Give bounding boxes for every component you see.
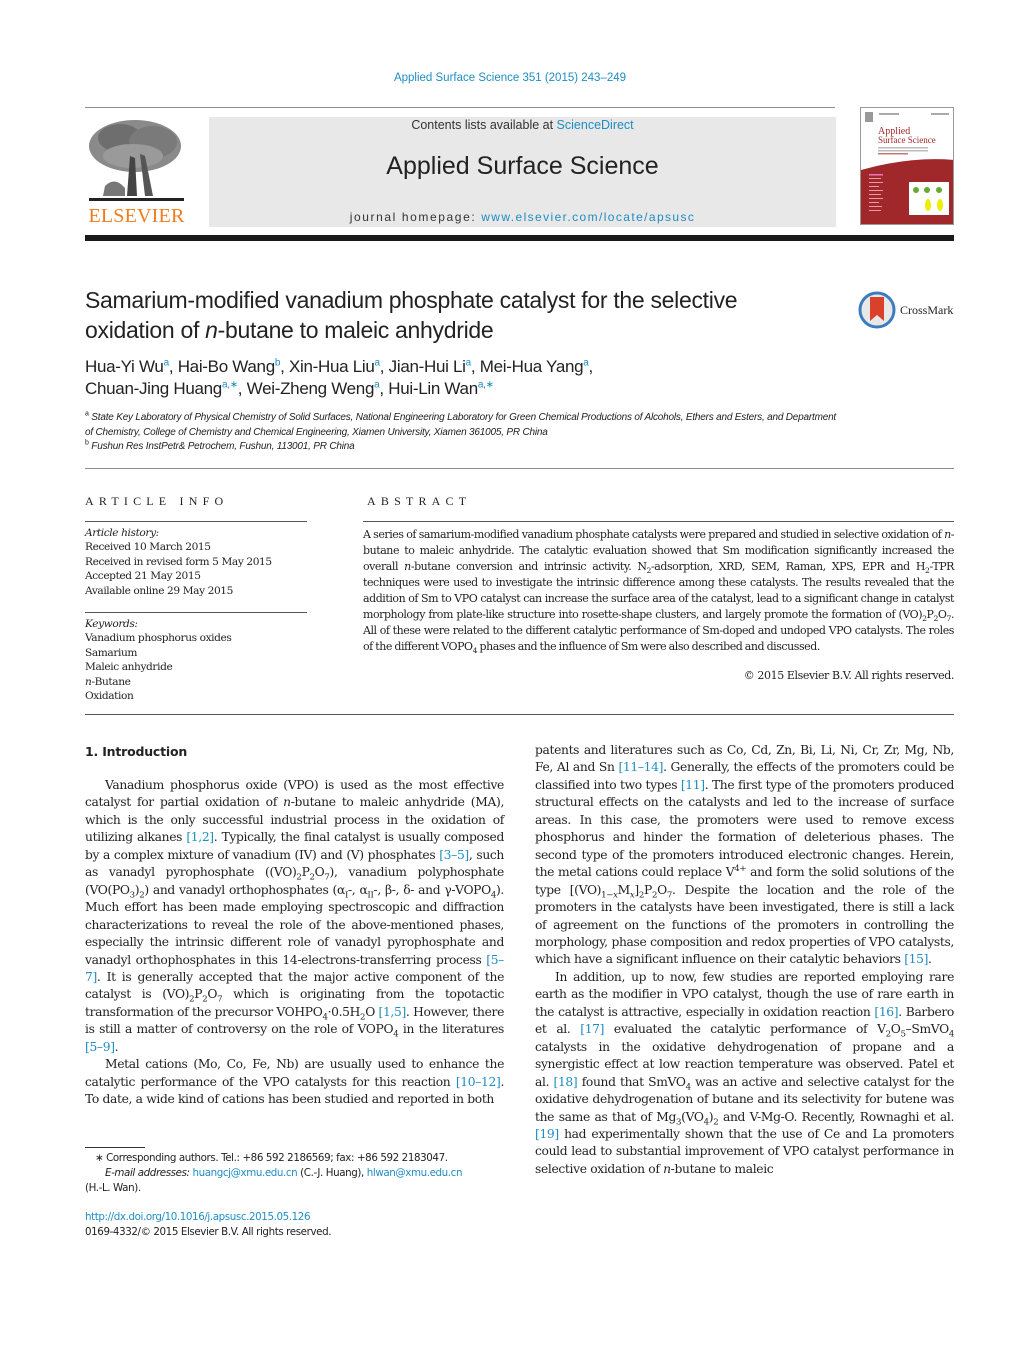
citation-link[interactable]: [19] (535, 1127, 559, 1141)
crossmark-label: CrossMark (900, 302, 954, 317)
citation-link[interactable]: [10–12] (456, 1075, 501, 1089)
author[interactable]: Jian-Hui Lia (389, 357, 472, 376)
citation-link[interactable]: [18] (554, 1075, 578, 1089)
citation-link[interactable]: [1,5] (379, 1005, 407, 1019)
header-thick-rule (85, 235, 954, 241)
affiliation-b: b Fushun Res InstPetr& Petrochem, Fushun… (85, 439, 355, 453)
citation-link[interactable]: [11–14] (618, 760, 663, 774)
email-link-huang[interactable]: huangcj@xmu.edu.cn (192, 1167, 297, 1179)
paragraph: In addition, up to now, few studies are … (535, 969, 954, 1176)
citation-link[interactable]: [15] (904, 952, 928, 966)
article-title: Samarium-modified vanadium phosphate cat… (85, 285, 825, 345)
elsevier-wordmark: ELSEVIER (88, 205, 185, 227)
journal-cover-thumbnail[interactable]: Applied Surface Science (860, 107, 954, 225)
title-text-2: -butane to maleic anhydride (217, 317, 494, 343)
divider (85, 714, 954, 715)
author[interactable]: Hua-Yi Wua (85, 357, 169, 376)
cover-title-line2: Surface Science (878, 135, 936, 145)
paragraph: patents and literatures such as Co, Cd, … (535, 743, 955, 967)
contents-prefix: Contents lists available at (411, 118, 557, 132)
author-list: Hua-Yi Wua, Hai-Bo Wangb, Xin-Hua Liua, … (85, 357, 593, 398)
keywords-label: Keywords: (85, 618, 138, 630)
author[interactable]: Mei-Hua Yanga (480, 357, 589, 376)
body-column-right: patents and literatures such as Co, Cd, … (535, 742, 954, 1178)
author[interactable]: Hai-Bo Wangb (178, 357, 281, 376)
doi-block: http://dx.doi.org/10.1016/j.apsusc.2015.… (85, 1210, 504, 1240)
author[interactable]: Chuan-Jing Huanga,∗ (85, 379, 238, 398)
affiliation-a: a State Key Laboratory of Physical Chemi… (85, 410, 837, 438)
journal-cover-image: Applied Surface Science (861, 108, 953, 224)
history-received: Received 10 March 2015 (85, 541, 211, 554)
keyword: n-Butane (85, 675, 131, 688)
paragraph: Vanadium phosphorus oxide (VPO) is used … (85, 778, 505, 1054)
section-heading-introduction: 1. Introduction (85, 744, 188, 759)
contents-line: Contents lists available at ScienceDirec… (209, 118, 836, 132)
homepage-prefix: journal homepage: (349, 210, 482, 224)
journal-citation-link[interactable]: Applied Surface Science 351 (2015) 243–2… (0, 72, 1020, 84)
abstract-copyright: © 2015 Elsevier B.V. All rights reserved… (743, 669, 955, 682)
history-accepted: Accepted 21 May 2015 (85, 570, 201, 583)
journal-homepage-link[interactable]: www.elsevier.com/locate/apsusc (481, 210, 695, 224)
paragraph: Metal cations (Mo, Co, Fe, Nb) are usual… (85, 1057, 504, 1107)
body-column-left: Vanadium phosphorus oxide (VPO) is used … (85, 777, 504, 1109)
citation-link[interactable]: [11] (681, 778, 705, 792)
keyword: Maleic anhydride (85, 661, 173, 674)
crossmark-icon (858, 291, 896, 329)
doi-link[interactable]: http://dx.doi.org/10.1016/j.apsusc.2015.… (85, 1211, 311, 1223)
corresponding-author-note: ∗ Corresponding authors. Tel.: +86 592 2… (95, 1152, 448, 1164)
affiliations: a State Key Laboratory of Physical Chemi… (85, 411, 845, 455)
citation-link[interactable]: [1,2] (186, 830, 214, 844)
email-owner-wan: (H.-L. Wan). (85, 1182, 141, 1194)
elsevier-logo[interactable]: ELSEVIER (85, 116, 188, 228)
abstract-heading: ABSTRACT (367, 494, 472, 508)
keyword: Samarium (85, 646, 138, 659)
author[interactable]: Xin-Hua Liua (289, 357, 380, 376)
divider (85, 521, 307, 522)
email-label: E-mail addresses: (105, 1167, 193, 1179)
title-italic-n: n (205, 317, 218, 343)
email-note: E-mail addresses: huangcj@xmu.edu.cn (C.… (105, 1167, 463, 1179)
elsevier-tree-icon (89, 120, 184, 201)
journal-title: Applied Surface Science (386, 152, 659, 180)
email-link-wan[interactable]: hlwan@xmu.edu.cn (367, 1167, 463, 1179)
issn-copyright: 0169-4332/© 2015 Elsevier B.V. All right… (85, 1226, 332, 1238)
article-history: Article history: Received 10 March 2015 … (85, 526, 307, 598)
divider (85, 468, 954, 469)
footnote-rule (85, 1147, 145, 1148)
crossmark-button[interactable]: CrossMark (858, 290, 958, 330)
history-label: Article history: (85, 527, 159, 539)
divider (363, 521, 954, 522)
history-revised: Received in revised form 5 May 2015 (85, 555, 272, 568)
sciencedirect-link[interactable]: ScienceDirect (557, 118, 634, 132)
keywords: Keywords: Vanadium phosphorus oxides Sam… (85, 617, 307, 703)
citation-link[interactable]: [5–9] (85, 1040, 115, 1054)
author[interactable]: Wei-Zheng Wenga (247, 379, 380, 398)
citation-link[interactable]: [16] (874, 1005, 898, 1019)
footnotes: ∗ Corresponding authors. Tel.: +86 592 2… (85, 1151, 504, 1196)
citation-link[interactable]: [17] (580, 1022, 604, 1036)
article-info-heading: ARTICLE INFO (85, 494, 229, 508)
citation-link[interactable]: [3–5] (439, 848, 469, 862)
journal-homepage-line: journal homepage: www.elsevier.com/locat… (209, 210, 836, 224)
keyword: Oxidation (85, 690, 134, 703)
author[interactable]: Hui-Lin Wana,∗ (388, 379, 494, 398)
header-rule (85, 107, 835, 108)
abstract-text: A series of samarium-modified vanadium p… (363, 528, 955, 656)
divider (85, 612, 307, 613)
keyword: Vanadium phosphorus oxides (85, 632, 232, 645)
history-online: Available online 29 May 2015 (85, 584, 233, 597)
